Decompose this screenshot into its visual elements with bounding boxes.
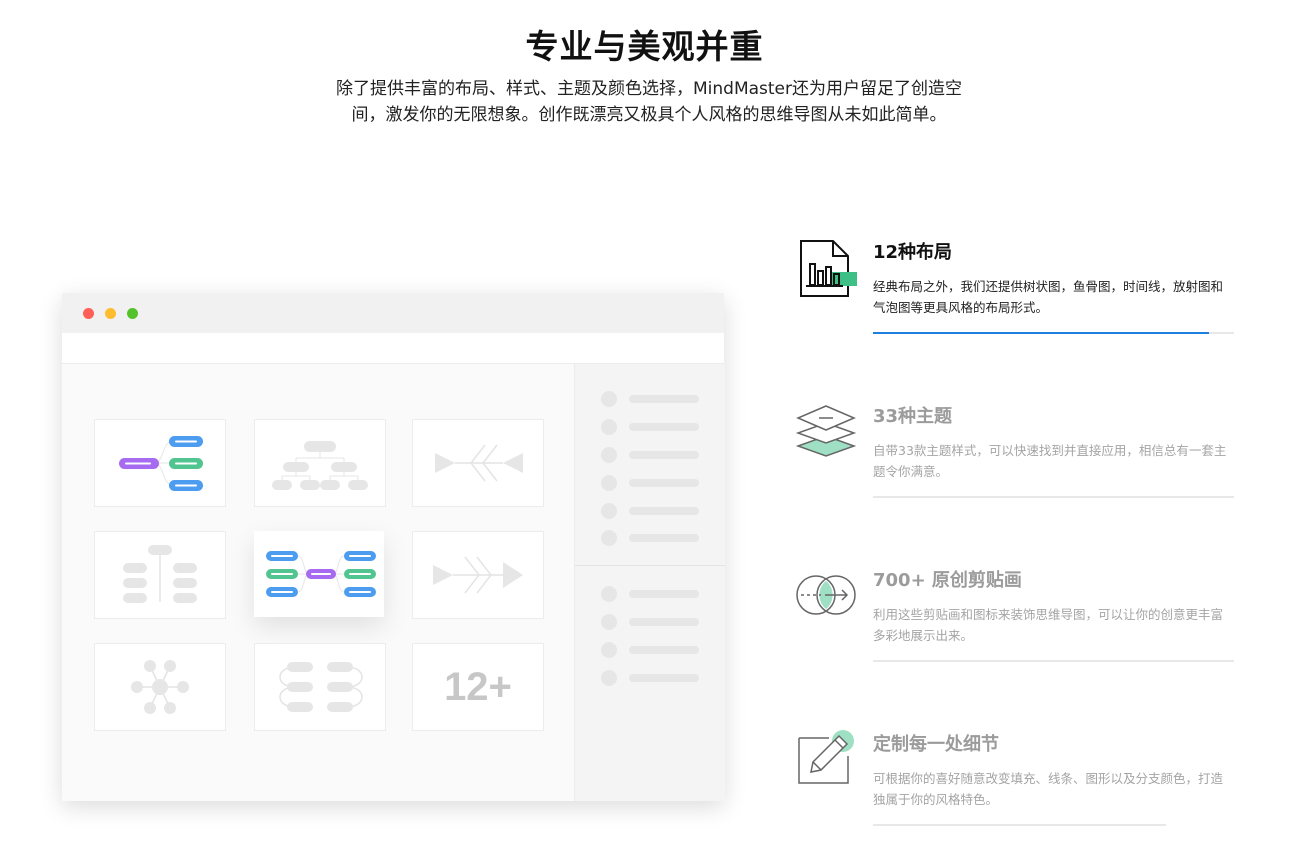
panel-row-bar [629, 479, 699, 487]
panel-row-circle [601, 391, 617, 407]
window-titlebar [62, 293, 724, 333]
feature-item-details[interactable]: 定制每一处细节 可根据你的喜好随意改变填充、线条、图形以及分支颜色，打造独属于你… [795, 730, 1235, 830]
maximize-dot [127, 308, 138, 319]
bubble-layout-thumbnail [131, 660, 189, 714]
panel-row-bar [629, 590, 699, 598]
panel-row-bar [629, 507, 699, 515]
properties-panel [574, 364, 725, 801]
feature-description: 利用这些剪贴画和图标来装饰思维导图，可以让你的创意更丰富多彩地展示出来。 [873, 607, 1224, 643]
chart-document-icon [795, 238, 857, 300]
feature-description: 经典布局之外，我们还提供树状图，鱼骨图，时间线，放射图和气泡图等更具风格的布局形… [873, 279, 1224, 315]
panel-row-circle [601, 614, 617, 630]
mindmap-both-sides-thumbnail [266, 551, 376, 597]
panel-row-circle [601, 503, 617, 519]
panel-row-circle [601, 530, 617, 546]
page-title: 专业与美观并重 [525, 27, 764, 66]
panel-row-circle [601, 419, 617, 435]
panel-row-bar [629, 534, 699, 542]
feature-title: 33种主题 [873, 406, 953, 427]
panel-row-circle [601, 475, 617, 491]
timeline-layout-thumbnail [279, 662, 363, 712]
feature-divider [873, 660, 1234, 662]
layout-card-tree[interactable] [94, 531, 226, 619]
layout-gallery: 12+ [62, 364, 574, 801]
layout-card-mindmap[interactable] [94, 419, 226, 507]
app-window-illustration: 12+ [62, 293, 725, 801]
feature-title: 700+ 原创剪贴画 [873, 570, 1022, 591]
panel-row-bar [629, 395, 699, 403]
feature-divider [873, 496, 1234, 498]
more-layouts-label: 12+ [444, 665, 512, 709]
feature-progress-bar [873, 332, 1209, 334]
tree-layout-thumbnail [123, 545, 197, 603]
panel-row-bar [629, 674, 699, 682]
layout-card-fishbone-right[interactable] [412, 531, 544, 619]
panel-row-circle [601, 670, 617, 686]
minimize-dot [105, 308, 116, 319]
window-toolbar [62, 333, 724, 364]
feature-description: 可根据你的喜好随意改变填充、线条、图形以及分支颜色，打造独属于你的风格特色。 [873, 771, 1224, 807]
feature-item-themes[interactable]: 33种主题 自带33款主题样式，可以快速找到并直接应用，相信总有一套主题令你满意… [795, 402, 1235, 502]
feature-title: 12种布局 [873, 242, 953, 263]
panel-row-bar [629, 423, 699, 431]
layout-card-fishbone-left[interactable] [412, 419, 544, 507]
panel-divider [575, 565, 725, 566]
feature-description: 自带33款主题样式，可以快速找到并直接应用，相信总有一套主题令你满意。 [873, 443, 1227, 479]
feature-title: 定制每一处细节 [873, 734, 999, 755]
feature-divider [873, 824, 1166, 826]
mindmap-layout-thumbnail [119, 436, 203, 491]
panel-row-circle [601, 642, 617, 658]
layout-card-mindmap-both-sides[interactable] [254, 531, 384, 617]
org-chart-thumbnail [272, 441, 368, 490]
panel-row-bar [629, 451, 699, 459]
page-subtitle: 除了提供丰富的布局、样式、主题及颜色选择，MindMaster还为用户留足了创造… [335, 79, 962, 125]
panel-row-circle [601, 447, 617, 463]
feature-progress-track [873, 332, 1234, 334]
feature-item-layouts[interactable]: 12种布局 经典布局之外，我们还提供树状图，鱼骨图，时间线，放射图和气泡图等更具… [795, 238, 1235, 338]
feature-item-clipart[interactable]: 700+ 原创剪贴画 利用这些剪贴画和图标来装饰思维导图，可以让你的创意更丰富多… [795, 566, 1235, 666]
layout-card-timeline[interactable] [254, 643, 386, 731]
layout-card-bubble[interactable] [94, 643, 226, 731]
overlap-circles-icon [795, 566, 857, 628]
layout-card-org-chart[interactable] [254, 419, 386, 507]
layout-card-more[interactable]: 12+ [412, 643, 544, 731]
fishbone-left-thumbnail [435, 444, 523, 482]
edit-pencil-icon [795, 730, 857, 792]
close-dot [83, 308, 94, 319]
panel-row-circle [601, 586, 617, 602]
fishbone-right-thumbnail [433, 556, 523, 594]
layers-icon [795, 402, 857, 464]
panel-row-bar [629, 646, 699, 654]
panel-row-bar [629, 618, 699, 626]
